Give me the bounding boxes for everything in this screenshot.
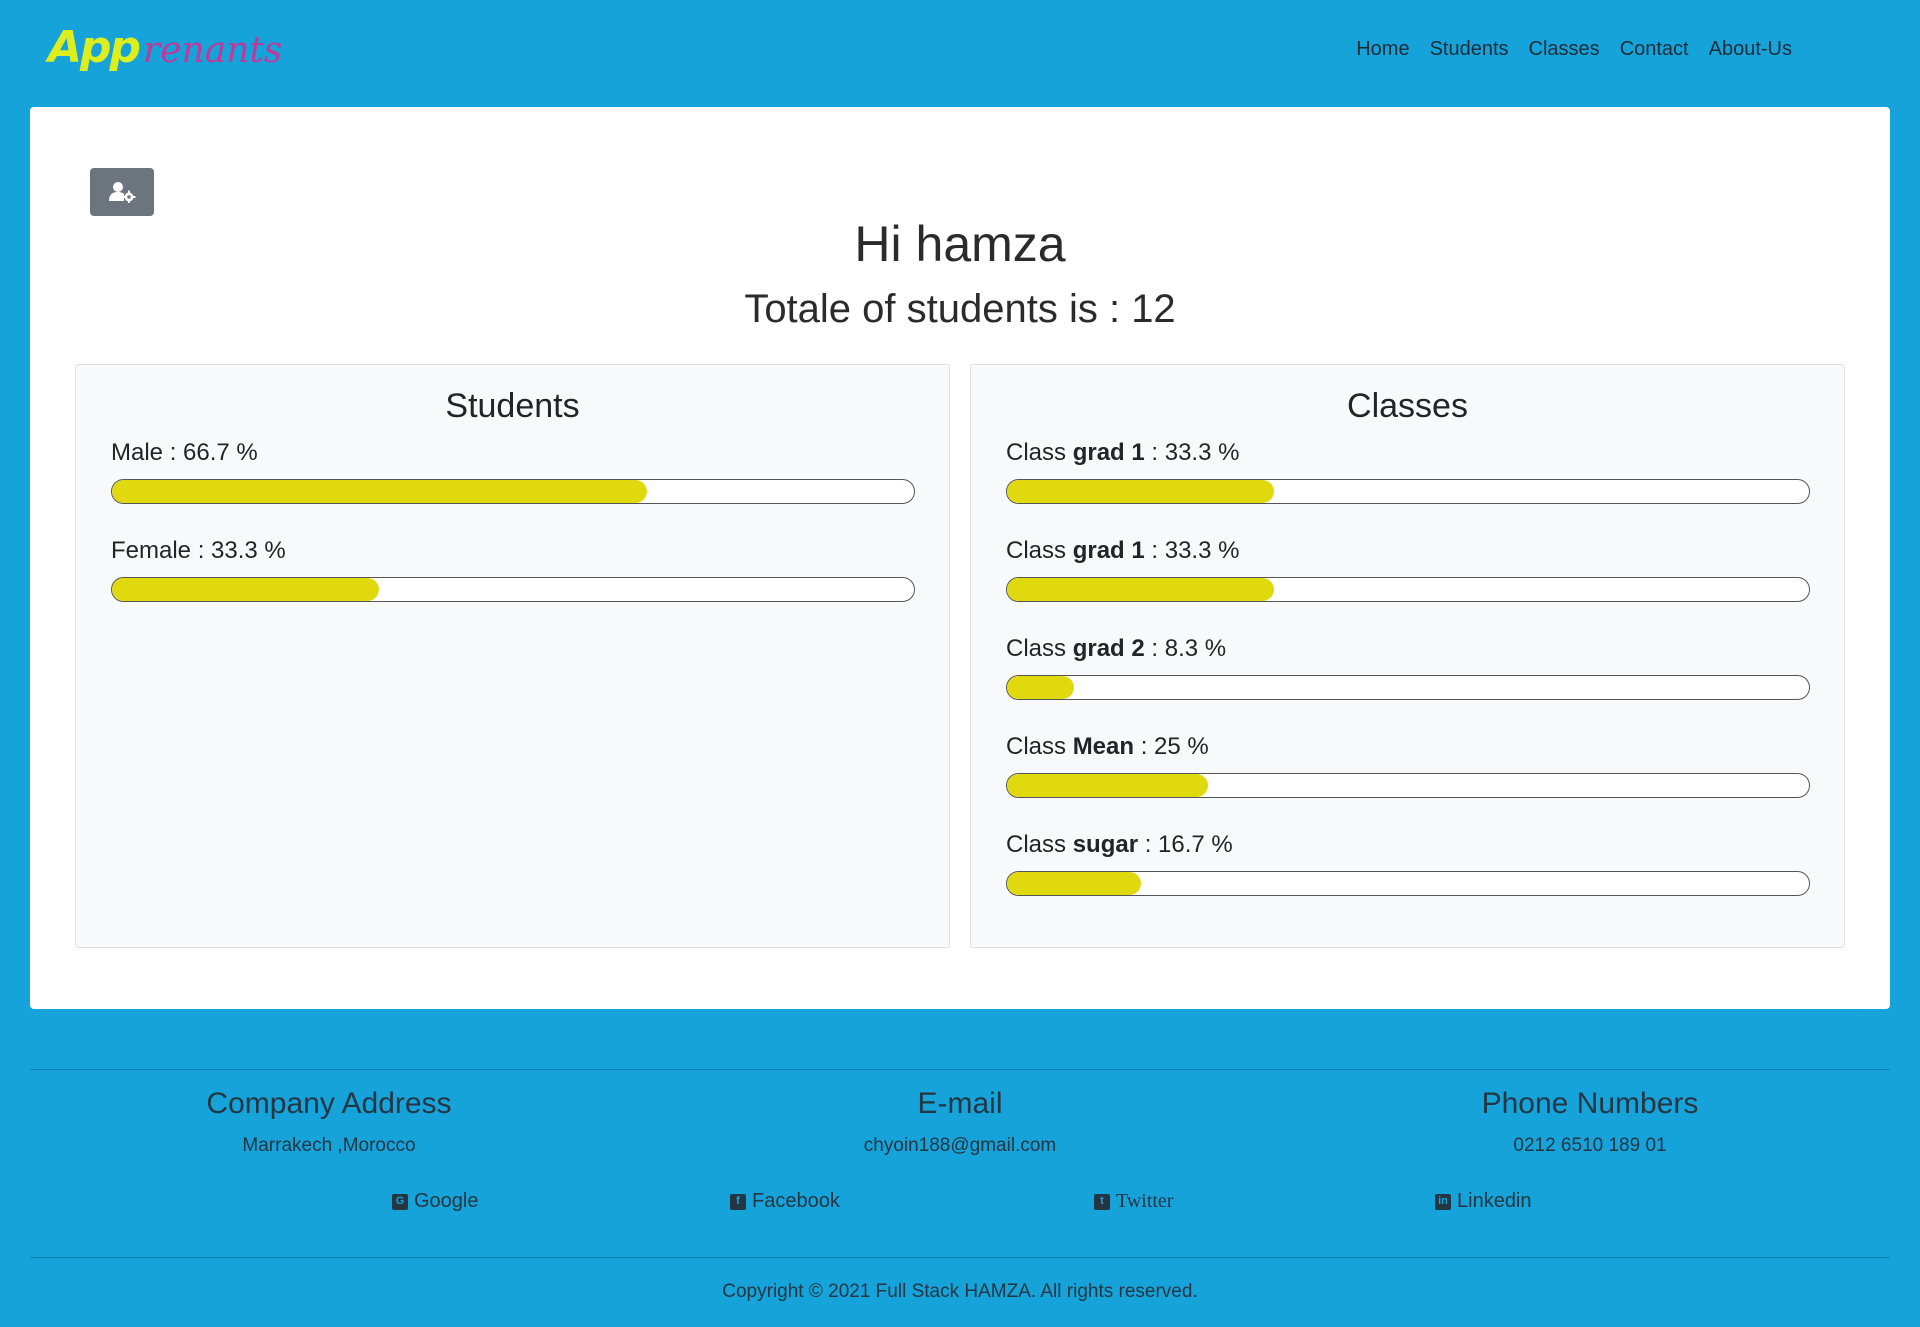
progress-bar: [1006, 871, 1810, 896]
class-prefix: Class: [1006, 635, 1067, 662]
address-title: Company Address: [206, 1087, 452, 1120]
class-name: sugar: [1072, 831, 1139, 858]
progress-fill: [1007, 578, 1275, 601]
class-name: grad 1: [1072, 439, 1145, 466]
classes-panel: Classes Class grad 1 : 33.3 % Class grad…: [970, 364, 1845, 948]
class-percent: : 25 %: [1134, 733, 1209, 760]
progress-bar: [1006, 577, 1810, 602]
stat-class: Class grad 1 : 33.3 %: [1006, 533, 1810, 602]
total-students-heading: Totale of students is : 12: [744, 287, 1176, 331]
google-plus-icon: G: [392, 1193, 408, 1210]
user-settings-button[interactable]: [90, 168, 154, 216]
progress-bar: [1006, 479, 1810, 504]
class-prefix: Class: [1006, 733, 1067, 760]
nav-link-classes[interactable]: Classes: [1529, 38, 1600, 61]
twitter-icon: t: [1094, 1193, 1110, 1210]
facebook-icon: f: [730, 1193, 746, 1210]
progress-fill: [1007, 872, 1141, 895]
nav-links: Home Students Classes Contact About-Us: [1356, 38, 1792, 61]
classes-panel-title: Classes: [1347, 387, 1468, 425]
phone-value: 0212 6510 189 01: [1513, 1135, 1667, 1156]
social-link-facebook[interactable]: f Facebook: [730, 1190, 840, 1213]
class-percent: : 16.7 %: [1138, 831, 1233, 858]
progress-fill: [1007, 480, 1275, 503]
stat-label: Class sugar : 16.7 %: [1006, 827, 1810, 863]
greeting-heading: Hi hamza: [854, 216, 1066, 272]
social-link-linkedin[interactable]: in Linkedin: [1435, 1190, 1532, 1213]
social-label: Facebook: [752, 1190, 840, 1212]
phone-title: Phone Numbers: [1481, 1087, 1699, 1120]
progress-bar: [1006, 675, 1810, 700]
email-title: E-mail: [917, 1087, 1003, 1120]
class-percent: : 8.3 %: [1144, 635, 1227, 662]
footer-divider-top: [30, 1069, 1890, 1070]
brand-logo[interactable]: App renants: [48, 22, 282, 82]
progress-bar: [111, 577, 915, 602]
stat-label: Class Mean : 25 %: [1006, 729, 1810, 765]
class-name: grad 2: [1072, 635, 1145, 662]
students-panel-title: Students: [445, 387, 580, 425]
stat-label: Male : 66.7 %: [111, 439, 258, 466]
progress-bar: [1006, 773, 1810, 798]
students-panel: Students Male : 66.7 % Female : 33.3 %: [75, 364, 950, 948]
brand-app-text: App: [48, 22, 141, 73]
social-label: Google: [414, 1190, 479, 1212]
class-percent: : 33.3 %: [1144, 439, 1240, 466]
stat-label: Female : 33.3 %: [111, 537, 286, 564]
class-prefix: Class: [1006, 439, 1067, 466]
stat-label: Class grad 1 : 33.3 %: [1006, 435, 1810, 471]
nav-link-students[interactable]: Students: [1430, 38, 1509, 61]
address-value: Marrakech ,Morocco: [242, 1135, 416, 1156]
progress-fill: [1007, 676, 1074, 699]
footer-email: E-mail chyoin188@gmail.com: [760, 1087, 1160, 1157]
class-name: grad 1: [1072, 537, 1145, 564]
stat-class: Class grad 2 : 8.3 %: [1006, 631, 1810, 700]
class-name: Mean: [1072, 733, 1135, 760]
class-prefix: Class: [1006, 831, 1067, 858]
progress-bar: [111, 479, 915, 504]
stat-class: Class grad 1 : 33.3 %: [1006, 435, 1810, 504]
linkedin-icon: in: [1435, 1193, 1451, 1210]
stat-class: Class sugar : 16.7 %: [1006, 827, 1810, 896]
footer-divider-bottom: [30, 1257, 1890, 1258]
social-label: Linkedin: [1457, 1190, 1532, 1212]
class-prefix: Class: [1006, 537, 1067, 564]
progress-fill: [112, 578, 380, 601]
social-link-google[interactable]: G Google: [392, 1190, 479, 1213]
class-percent: : 33.3 %: [1144, 537, 1240, 564]
progress-fill: [1007, 774, 1208, 797]
stat-male: Male : 66.7 %: [111, 435, 915, 504]
stat-class: Class Mean : 25 %: [1006, 729, 1810, 798]
navbar: App renants Home Students Classes Contac…: [0, 0, 1920, 106]
stat-label: Class grad 1 : 33.3 %: [1006, 533, 1810, 569]
email-value: chyoin188@gmail.com: [863, 1135, 1057, 1156]
nav-link-about-us[interactable]: About-Us: [1709, 38, 1792, 61]
social-link-twitter[interactable]: t Twitter: [1094, 1190, 1173, 1213]
progress-fill: [112, 480, 647, 503]
copyright-text: Copyright © 2021 Full Stack HAMZA. All r…: [722, 1281, 1198, 1302]
stat-female: Female : 33.3 %: [111, 533, 915, 602]
brand-rest-text: renants: [143, 30, 283, 71]
footer-address: Company Address Marrakech ,Morocco: [129, 1087, 529, 1157]
stat-label: Class grad 2 : 8.3 %: [1006, 631, 1810, 667]
nav-link-contact[interactable]: Contact: [1620, 38, 1689, 61]
footer-phone: Phone Numbers 0212 6510 189 01: [1390, 1087, 1790, 1157]
social-label: Twitter: [1116, 1190, 1174, 1212]
nav-link-home[interactable]: Home: [1356, 38, 1409, 61]
user-gear-icon: [109, 182, 136, 203]
main-card: Hi hamza Totale of students is : 12 Stud…: [30, 107, 1890, 1009]
